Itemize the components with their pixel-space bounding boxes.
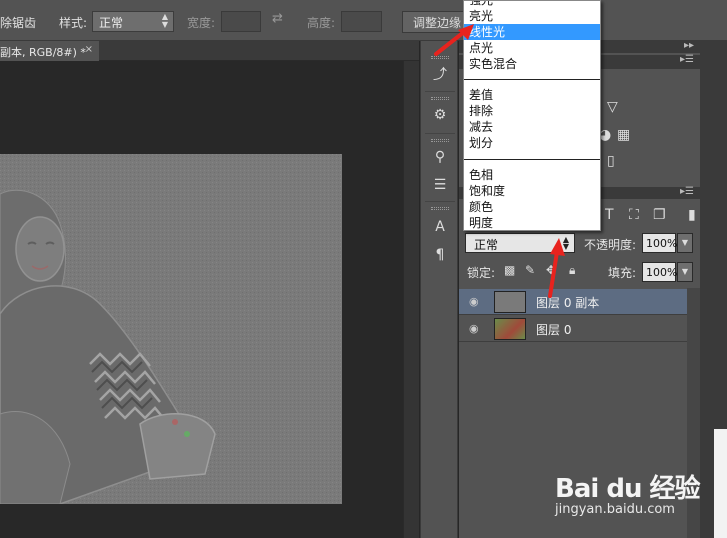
properties-icon[interactable]: ⚙	[430, 105, 450, 125]
brushes-icon[interactable]: ⚲	[430, 147, 450, 167]
filter-toggle-icon[interactable]: ▮	[688, 207, 696, 223]
blend-mode-dropdown[interactable]: 强光 亮光 线性光 点光 实色混合 差值 排除 减去 划分 色相 饱和度 颜色 …	[463, 0, 601, 231]
gradient-map-icon[interactable]: ▽	[607, 99, 618, 115]
lock-transparent-icon[interactable]: ▩	[504, 263, 515, 277]
width-field[interactable]	[221, 11, 261, 32]
baidu-watermark: Bai du 经验 jingyan.baidu.com	[555, 468, 700, 517]
style-select-value: 正常	[99, 16, 124, 30]
layer-row[interactable]: ◉ 图层 0 副本	[459, 289, 687, 315]
dock-divider	[425, 91, 455, 92]
character-icon[interactable]: A	[430, 217, 450, 237]
blend-option-hard-light[interactable]: 强光	[464, 1, 600, 8]
opacity-label: 不透明度:	[584, 238, 637, 252]
history-icon[interactable]: ⤴	[430, 65, 450, 85]
blend-option-subtract[interactable]: 减去	[464, 119, 600, 135]
fill-dropdown-icon[interactable]: ▼	[677, 262, 693, 282]
fill-field[interactable]: 100%	[642, 262, 677, 282]
eye-icon[interactable]: ◉	[469, 295, 479, 308]
dock-divider	[425, 201, 455, 202]
blend-option-hard-mix[interactable]: 实色混合	[464, 56, 600, 72]
blend-option-hue[interactable]: 色相	[464, 167, 600, 183]
lock-label: 锁定:	[467, 266, 496, 280]
refine-edge-button[interactable]: 调整边缘	[402, 11, 472, 33]
layer-name: 图层 0 副本	[536, 296, 600, 310]
collapse-icon[interactable]: ▸▸	[684, 40, 694, 51]
lock-position-icon[interactable]: ✥	[546, 263, 556, 277]
layer-thumbnail	[494, 291, 526, 313]
blend-mode-value: 正常	[474, 238, 499, 252]
lock-all-icon[interactable]: 🔒︎	[569, 263, 575, 278]
close-icon[interactable]: ×	[85, 44, 93, 55]
blend-option-pin-light[interactable]: 点光	[464, 40, 600, 56]
layers-menu-icon[interactable]: ▸☰	[680, 186, 694, 197]
remove-jaggies-checkbox-label[interactable]: 除锯齿	[0, 14, 36, 31]
dock-divider	[425, 133, 455, 134]
fill-label: 填充:	[608, 266, 637, 280]
swap-dimensions-icon[interactable]: ⇄	[272, 11, 283, 26]
document-tab[interactable]: 副本, RGB/8#) * ×	[0, 41, 99, 61]
dock-grip[interactable]	[431, 207, 449, 210]
opacity-dropdown-icon[interactable]: ▼	[677, 233, 693, 253]
blend-option-color[interactable]: 颜色	[464, 199, 600, 215]
menu-divider	[464, 159, 600, 160]
panel-dock-strip: ⤴ ⚙ ⚲ ☰ A ¶	[420, 41, 458, 538]
smart-object-filter-icon[interactable]: ❐	[653, 207, 666, 223]
blend-option-luminosity[interactable]: 明度	[464, 215, 600, 230]
layer-name: 图层 0	[536, 323, 572, 337]
dock-grip[interactable]	[431, 97, 449, 100]
dock-grip[interactable]	[431, 139, 449, 142]
vertical-scrollbar[interactable]	[403, 61, 419, 538]
height-field[interactable]	[341, 11, 382, 32]
watermark-brand: Bai du 经验	[555, 474, 700, 504]
right-edge-panel	[700, 41, 727, 538]
eye-icon[interactable]: ◉	[469, 322, 479, 335]
selective-color-icon[interactable]: ▯	[607, 153, 615, 169]
blend-option-divide[interactable]: 划分	[464, 135, 600, 151]
dock-grip[interactable]	[431, 56, 449, 59]
height-label: 高度:	[307, 16, 336, 30]
canvas-image	[0, 154, 342, 504]
lock-image-icon[interactable]: ✎	[525, 263, 535, 277]
blend-option-exclusion[interactable]: 排除	[464, 103, 600, 119]
high-pass-photo	[0, 154, 342, 504]
width-label: 宽度:	[187, 16, 216, 30]
options-bar: 除锯齿 样式: 正常 ▲ ▼ 宽度: ⇄ 高度: 调整边缘	[0, 0, 727, 41]
blend-option-linear-light[interactable]: 线性光	[464, 24, 600, 40]
shape-filter-icon[interactable]: ⛶	[629, 207, 639, 223]
style-label: 样式:	[59, 16, 88, 30]
document-tab-title: 副本, RGB/8#) *	[0, 46, 86, 59]
blend-option-difference[interactable]: 差值	[464, 87, 600, 103]
adjustments-icon[interactable]: ☰	[430, 175, 450, 195]
menu-divider	[464, 79, 600, 80]
blend-mode-select[interactable]: 正常 ▲ ▼	[465, 233, 575, 253]
paragraph-icon[interactable]: ¶	[430, 245, 450, 265]
select-arrows-icon: ▲ ▼	[161, 12, 168, 29]
layer-row[interactable]: ◉ 图层 0	[459, 316, 687, 342]
opacity-field[interactable]: 100%	[642, 233, 677, 253]
layer-thumbnail	[494, 318, 526, 340]
type-filter-icon[interactable]: T	[605, 207, 614, 223]
white-block	[714, 429, 727, 538]
blend-option-saturation[interactable]: 饱和度	[464, 183, 600, 199]
blend-option-vivid-light[interactable]: 亮光	[464, 8, 600, 24]
panel-menu-icon[interactable]: ▸☰	[680, 54, 694, 65]
select-arrows-icon: ▲ ▼	[562, 235, 569, 251]
watermark-url: jingyan.baidu.com	[555, 502, 675, 517]
document-tab-bar: 副本, RGB/8#) * ×	[0, 41, 419, 61]
channel-mixer-icon[interactable]: ▦	[617, 127, 630, 143]
style-select[interactable]: 正常 ▲ ▼	[92, 11, 174, 32]
